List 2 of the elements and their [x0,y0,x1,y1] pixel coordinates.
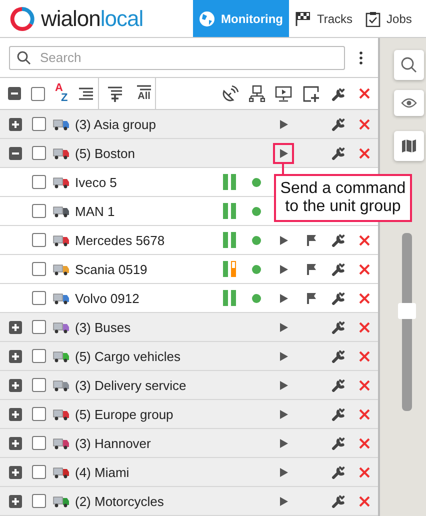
tooltip: Send a command to the unit group [274,174,412,222]
logo: wialonlocal [0,0,193,37]
